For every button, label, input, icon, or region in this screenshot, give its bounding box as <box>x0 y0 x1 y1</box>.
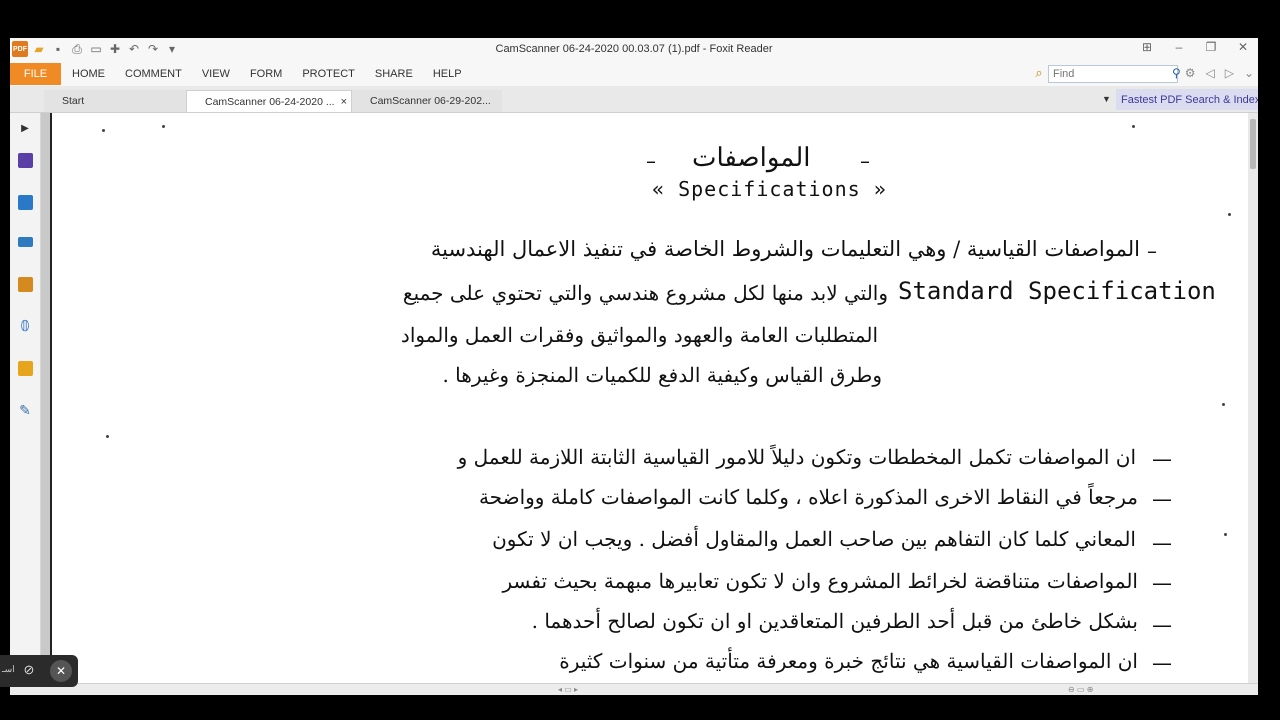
tab-list-dropdown-icon[interactable]: ▼ <box>1102 94 1111 104</box>
tab-form[interactable]: FORM <box>250 68 282 80</box>
tab-view[interactable]: VIEW <box>202 68 230 80</box>
scan-speck <box>1222 403 1225 406</box>
ribbon-toggle-icon[interactable]: ⊞ <box>1138 40 1156 54</box>
vertical-scrollbar[interactable] <box>1248 113 1258 683</box>
scan-speck <box>1132 125 1135 128</box>
navigation-panel: ▶ 𝟘 ✎ <box>10 113 41 695</box>
para1-line2: والتي لابد منها لكل مشروع هندسي والتي تح… <box>402 281 888 305</box>
tab-label: CamScanner 06-24-2020 ... <box>205 95 335 108</box>
minimize-icon[interactable]: – <box>1170 40 1188 54</box>
heading-arabic: المواصفات <box>692 143 811 173</box>
para2-line3: المعاني كلما كان التفاهم بين صاحب العمل … <box>492 527 1136 551</box>
scan-speck <box>162 125 165 128</box>
video-letterbox-top <box>0 0 1280 38</box>
tab-label: Start <box>62 95 85 107</box>
line-dash: – <box>1147 239 1157 263</box>
find-folder-icon[interactable]: ⌕ <box>1030 65 1048 83</box>
line-dash: — <box>1152 487 1172 511</box>
promo-banner[interactable]: Fastest PDF Search & Index <box>1116 89 1258 110</box>
scanned-page: – المواصفات – « Specifications » المواصف… <box>50 113 1248 683</box>
expand-panel-icon[interactable]: ▶ <box>10 117 40 139</box>
close-icon[interactable]: ✕ <box>1234 40 1252 54</box>
file-tab[interactable]: FILE <box>10 63 61 85</box>
settings-icon[interactable]: ⚙ <box>1185 66 1196 80</box>
para1-line3: المتطلبات العامة والعهود والمواثيق وفقرا… <box>400 323 878 347</box>
page-navigation[interactable]: ◂ ▭ ▸ <box>558 685 578 694</box>
tab-help[interactable]: HELP <box>433 68 462 80</box>
mic-muted-icon[interactable]: ✕ <box>50 660 72 682</box>
para2-line1: ان المواصفات تكمل المخططات وتكون دليلاً … <box>457 445 1136 469</box>
document-view[interactable]: – المواصفات – « Specifications » المواصف… <box>41 113 1258 683</box>
video-letterbox-bottom <box>0 695 1280 720</box>
status-bar: ◂ ▭ ▸ ⊖ ▭ ⊕ <box>10 683 1258 695</box>
search-icon[interactable]: ⚲ <box>1172 66 1181 80</box>
chevron-down-icon[interactable]: ⌄ <box>1244 66 1254 80</box>
tab-protect[interactable]: PROTECT <box>302 68 355 80</box>
overlay-label: اسـ <box>2 664 15 674</box>
window-controls: ⊞ – ❐ ✕ <box>1138 40 1252 54</box>
tab-comment[interactable]: COMMENT <box>125 68 182 80</box>
layers-icon[interactable] <box>10 231 40 253</box>
camera-off-icon[interactable]: ⊘ <box>20 662 38 680</box>
ribbon-bar: FILE HOME COMMENT VIEW FORM PROTECT SHAR… <box>10 62 1258 86</box>
tab-start[interactable]: Start <box>44 90 186 112</box>
para2-line6: ان المواصفات القياسية هي نتائج خبرة ومعر… <box>559 649 1138 673</box>
line-dash: — <box>1152 531 1172 555</box>
video-controls-overlay: اسـ ⊘ ✕ <box>0 655 78 687</box>
ribbon-nav: ⚙ ◁ ▷ ⌄ <box>1185 66 1254 80</box>
heading-english: « Specifications » <box>652 177 887 201</box>
comments-icon[interactable] <box>10 273 40 295</box>
tab-document-2[interactable]: CamScanner 06-29-202... <box>352 90 502 112</box>
next-result-icon[interactable]: ▷ <box>1225 66 1234 80</box>
foxit-reader-window: PDF ▰ ▪ ⎙ ▭ ✚ ↶ ↷ ▾ CamScanner 06-24-202… <box>10 38 1258 695</box>
window-title: CamScanner 06-24-2020 00.03.07 (1).pdf -… <box>495 43 773 55</box>
ribbon-tabs: HOME COMMENT VIEW FORM PROTECT SHARE HEL… <box>72 68 482 80</box>
scan-speck <box>1228 213 1231 216</box>
prev-result-icon[interactable]: ◁ <box>1205 66 1214 80</box>
heading-dash-left: – <box>646 149 656 173</box>
find-box: ⌕ ⚲ <box>1030 65 1181 83</box>
tab-home[interactable]: HOME <box>72 68 105 80</box>
line-dash: — <box>1152 447 1172 471</box>
bookmarks-icon[interactable] <box>10 149 40 171</box>
security-lock-icon[interactable] <box>10 357 40 379</box>
title-bar: PDF ▰ ▪ ⎙ ▭ ✚ ↶ ↷ ▾ CamScanner 06-24-202… <box>10 38 1258 62</box>
para2-line5: بشكل خاطئ من قبل أحد الطرفين المتعاقدين … <box>531 609 1138 633</box>
tab-share[interactable]: SHARE <box>375 68 413 80</box>
scan-speck <box>1224 533 1227 536</box>
heading-dash-right: – <box>860 149 870 173</box>
document-tab-bar: Start CamScanner 06-24-2020 ... × CamSca… <box>10 86 1258 113</box>
line-dash: — <box>1152 651 1172 675</box>
line-dash: — <box>1152 571 1172 595</box>
restore-icon[interactable]: ❐ <box>1202 40 1220 54</box>
close-tab-icon[interactable]: × <box>341 96 347 108</box>
para1-line1: المواصفات القياسية / وهي التعليمات والشر… <box>430 237 1140 261</box>
line-dash: — <box>1152 613 1172 637</box>
tab-active-document[interactable]: CamScanner 06-24-2020 ... × <box>186 90 352 112</box>
para2-line4: المواصفات متناقضة لخرائط المشروع وان لا … <box>502 569 1138 593</box>
tab-label: CamScanner 06-29-202... <box>370 95 491 107</box>
pages-icon[interactable] <box>10 191 40 213</box>
para2-line2: مرجعاً في النقاط الاخرى المذكورة اعلاه ،… <box>478 485 1138 509</box>
para1-line4: وطرق القياس وكيفية الدفع للكميات المنجزة… <box>442 363 882 387</box>
signature-icon[interactable]: ✎ <box>10 399 40 421</box>
find-input[interactable] <box>1048 65 1178 83</box>
standard-spec-english: Standard Specification <box>898 277 1216 305</box>
scan-speck <box>106 435 109 438</box>
scrollbar-thumb[interactable] <box>1250 119 1256 169</box>
attachments-icon[interactable]: 𝟘 <box>10 315 40 337</box>
scan-speck <box>102 129 105 132</box>
zoom-control[interactable]: ⊖ ▭ ⊕ <box>1068 685 1093 694</box>
